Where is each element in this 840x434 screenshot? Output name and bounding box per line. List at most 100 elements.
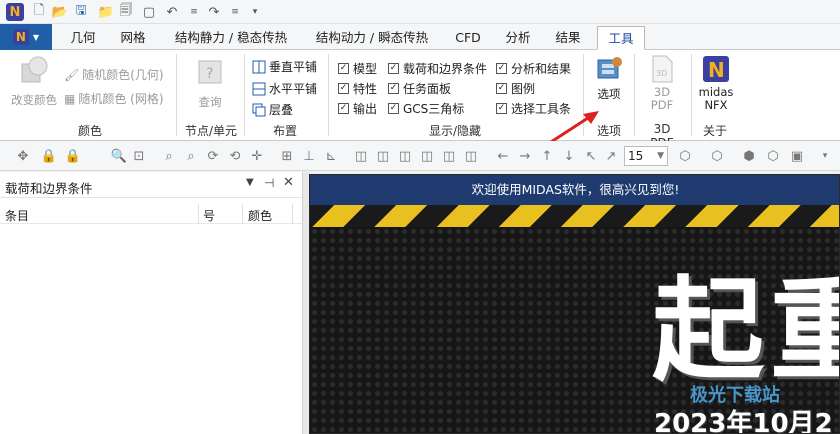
checkbox-checked-icon: ✓	[388, 83, 399, 94]
pin-icon[interactable]: ⊣	[264, 176, 274, 190]
undo-icon[interactable]: ↶	[163, 3, 181, 21]
about-group-label: 关于	[702, 124, 727, 138]
zoom-fit-icon[interactable]: ⊡	[130, 147, 148, 165]
3d-pdf-button[interactable]: 3D 3D PDF	[642, 54, 682, 112]
random-color-mesh-button[interactable]: ▦ 随机颜色 (网格)	[64, 90, 164, 107]
zoom-icon[interactable]: 🔍	[110, 147, 128, 165]
random-color-geometry-button[interactable]: 🖌 随机颜色(几何)	[64, 66, 164, 83]
shaded-view-icon[interactable]: ⬢	[740, 147, 758, 165]
checkbox-checked-icon: ✓	[338, 63, 349, 74]
show-task-panel-checkbox[interactable]: ✓ 任务面板	[388, 80, 451, 97]
checkbox-checked-icon: ✓	[388, 63, 399, 74]
vertical-tile-button[interactable]: 垂直平铺	[252, 58, 317, 75]
undo-list-icon[interactable]: ≡	[185, 3, 203, 21]
grid-icon[interactable]: ⊞	[278, 147, 296, 165]
close-icon[interactable]: ✕	[283, 175, 294, 190]
view-iso-2-icon[interactable]: ◫	[374, 147, 392, 165]
show-output-checkbox[interactable]: ✓ 输出	[338, 100, 377, 117]
arrow-up-icon[interactable]: ↑	[538, 147, 556, 165]
rotation-step-select[interactable]: 15 ▼	[624, 146, 668, 166]
window-icon[interactable]: ▢	[140, 3, 158, 21]
lock-alt-icon[interactable]: 🔒	[64, 147, 82, 165]
start-page-view: 欢迎使用MIDAS软件，很高兴见到您! 起重 2023年10月2 极光下载站	[309, 174, 840, 434]
tab-cfd[interactable]: CFD	[448, 26, 488, 50]
show-properties-checkbox[interactable]: ✓ 特性	[338, 80, 377, 97]
zoom-window-icon[interactable]: ⌕	[160, 147, 178, 165]
column-header-number[interactable]: 号	[203, 207, 215, 224]
tab-dynamic-thermal[interactable]: 结构动力 / 瞬态传热	[310, 26, 434, 50]
toolbar-overflow-icon[interactable]: ▾	[816, 147, 834, 165]
new-file-icon[interactable]: 🗋	[30, 3, 48, 21]
zoom-dynamic-icon[interactable]: ⌕	[182, 147, 200, 165]
tab-tools[interactable]: 工具	[597, 26, 645, 50]
show-analysis-results-checkbox[interactable]: ✓ 分析和结果	[496, 60, 571, 77]
view-iso-5-icon[interactable]: ◫	[440, 147, 458, 165]
redo-icon[interactable]: ↷	[205, 3, 223, 21]
save-icon[interactable]: 🖫	[72, 3, 90, 21]
arrow-right-icon[interactable]: →	[516, 147, 534, 165]
redo-list-icon[interactable]: ≡	[226, 3, 244, 21]
panel-dropdown-icon[interactable]: ▼	[246, 177, 254, 188]
axis-icon[interactable]: ⊥	[300, 147, 318, 165]
import-icon[interactable]: 📁	[97, 3, 115, 21]
cube-view-icon[interactable]: ⬡	[676, 147, 694, 165]
show-gcs-triad-label: GCS三角标	[403, 102, 465, 116]
show-gcs-triad-checkbox[interactable]: ✓ GCS三角标	[388, 100, 464, 117]
column-divider	[242, 204, 243, 224]
options-icon	[597, 57, 622, 79]
view-iso-3-icon[interactable]: ◫	[396, 147, 414, 165]
node-group-label: 节点/单元	[184, 124, 238, 138]
midas-nfx-button[interactable]: N midas NFX	[696, 54, 736, 112]
tab-results[interactable]: 结果	[548, 26, 588, 50]
file-menu-button[interactable]: N ▼	[0, 24, 52, 50]
view-iso-4-icon[interactable]: ◫	[418, 147, 436, 165]
ribbon-tabs: 几何 网格 结构静力 / 稳态传热 结构动力 / 瞬态传热 CFD 分析 结果 …	[0, 24, 840, 50]
midas-nfx-label: midas NFX	[698, 85, 734, 112]
midas-nfx-icon: N	[703, 56, 729, 82]
lock-icon[interactable]: 🔒	[40, 147, 58, 165]
watermark-text: 极光下载站	[690, 385, 780, 406]
cascade-button[interactable]: 层叠	[252, 101, 293, 118]
hero-text: 起重	[652, 266, 839, 396]
query-label: 查询	[198, 95, 222, 109]
checkbox-checked-icon: ✓	[338, 103, 349, 114]
tab-geometry[interactable]: 几何	[62, 26, 104, 50]
show-loads-bc-checkbox[interactable]: ✓ 载荷和边界条件	[388, 60, 487, 77]
display-view-icon[interactable]: ▣	[788, 147, 806, 165]
show-model-checkbox[interactable]: ✓ 模型	[338, 60, 377, 77]
cascade-label: 层叠	[269, 103, 294, 117]
arrow-down-icon[interactable]: ↓	[560, 147, 578, 165]
change-color-button[interactable]: 改变颜色	[8, 54, 60, 108]
move-icon[interactable]: ✛	[248, 147, 266, 165]
panel-table-header: 条目 号 颜色	[0, 204, 302, 224]
mesh-view-icon[interactable]: ⬡	[708, 147, 726, 165]
customize-dropdown-icon[interactable]: ▾	[246, 3, 264, 21]
tab-static-thermal[interactable]: 结构静力 / 稳态传热	[170, 26, 292, 50]
show-legend-checkbox[interactable]: ✓ 图例	[496, 80, 535, 97]
arrow-left-icon[interactable]: ←	[494, 147, 512, 165]
rotate-alt-icon[interactable]: ⟲	[226, 147, 244, 165]
query-button[interactable]: ? 查询	[190, 58, 230, 110]
axis-alt-icon[interactable]: ⊾	[322, 147, 340, 165]
arrow-up-right-icon[interactable]: ↗	[602, 147, 620, 165]
arrow-up-left-icon[interactable]: ↖	[582, 147, 600, 165]
options-button[interactable]: 选项	[590, 54, 628, 102]
checkbox-checked-icon: ✓	[496, 103, 507, 114]
wire-view-icon[interactable]: ⬡	[764, 147, 782, 165]
vertical-tile-label: 垂直平铺	[269, 60, 318, 74]
horizontal-tile-button[interactable]: 水平平铺	[252, 80, 317, 97]
show-analysis-results-label: 分析和结果	[511, 62, 572, 76]
open-folder-icon[interactable]: 📂	[51, 3, 69, 21]
column-header-color[interactable]: 颜色	[248, 207, 272, 224]
tab-analysis[interactable]: 分析	[500, 26, 536, 50]
tab-mesh[interactable]: 网格	[112, 26, 154, 50]
pan-tool-icon[interactable]: ✥	[14, 147, 32, 165]
view-iso-6-icon[interactable]: ◫	[462, 147, 480, 165]
show-properties-label: 特性	[353, 82, 378, 96]
view-iso-1-icon[interactable]: ◫	[352, 147, 370, 165]
column-header-item[interactable]: 条目	[5, 207, 29, 224]
group-divider	[691, 54, 692, 136]
rotate-icon[interactable]: ⟳	[204, 147, 222, 165]
export-icon[interactable]: 🗐	[117, 3, 135, 21]
random-color-geometry-icon: 🖌	[64, 67, 80, 82]
